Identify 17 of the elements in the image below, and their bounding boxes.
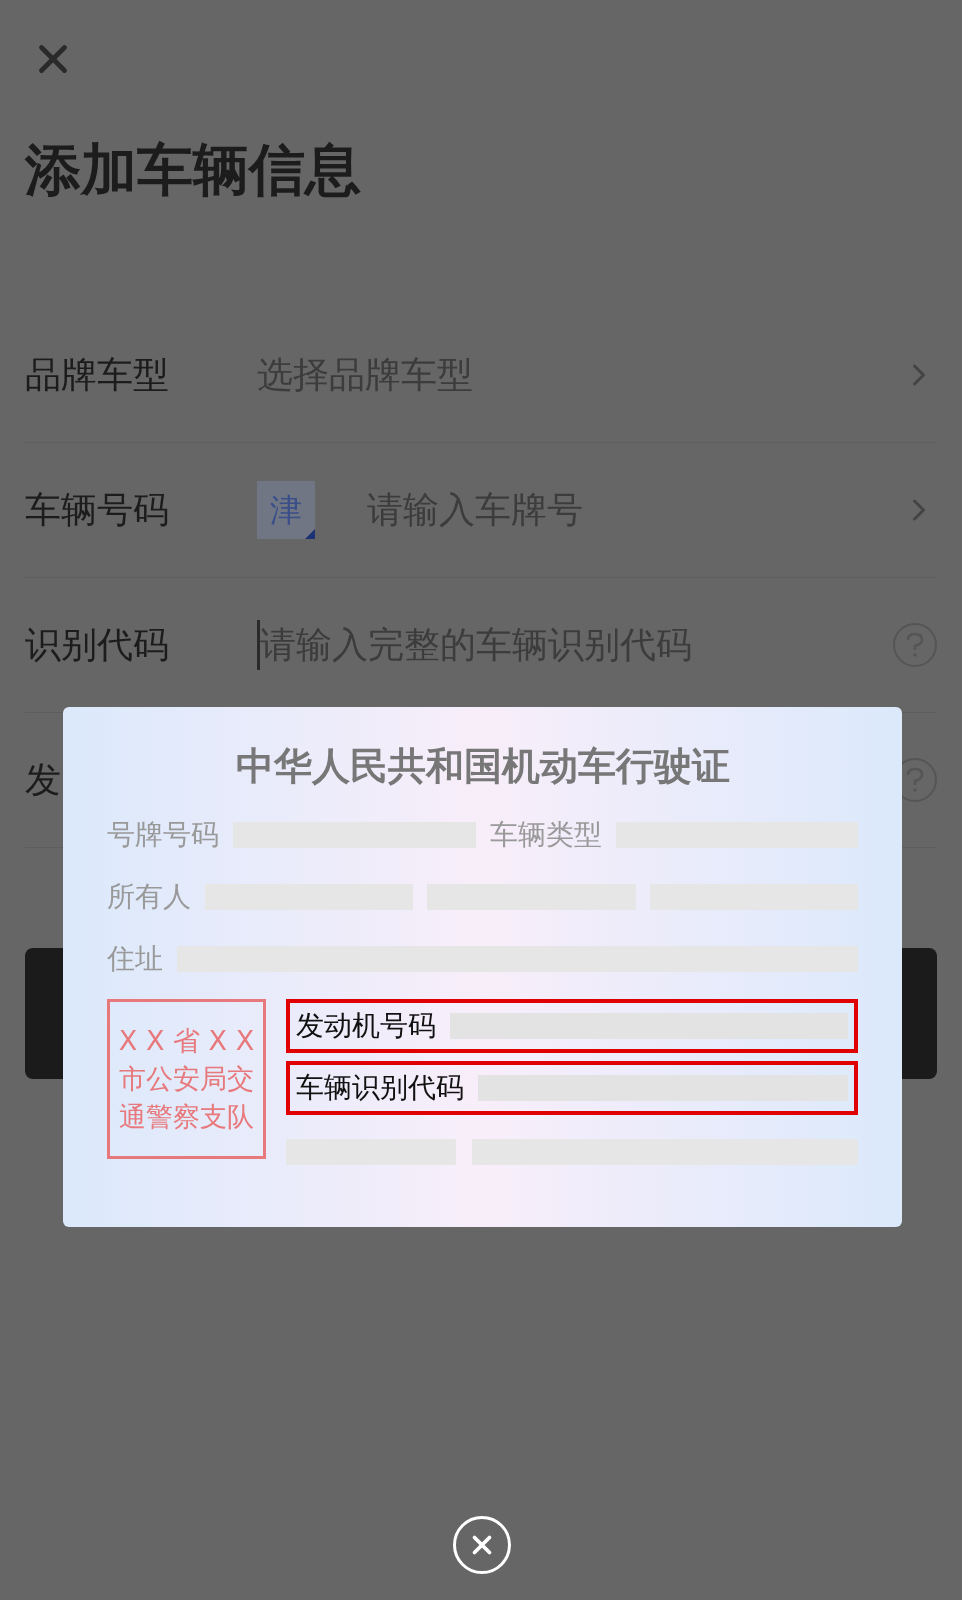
license-field-label: 车辆类型	[489, 817, 602, 853]
field-label: 品牌车型	[25, 353, 170, 397]
field-label: 车辆号码	[25, 488, 170, 532]
license-field-label: 车辆识别代码	[296, 1070, 464, 1106]
license-field-label: 发动机号码	[296, 1008, 436, 1044]
stamp-text: 通警察支队	[119, 1099, 254, 1134]
license-title: 中华人民共和国机动车行驶证	[234, 747, 731, 785]
field-label: 发	[25, 758, 62, 802]
license-field-label: 所有人	[107, 879, 191, 915]
corner-mark-icon	[305, 529, 315, 539]
page-title: 添加车辆信息	[25, 142, 362, 198]
license-field-label: 住址	[107, 941, 163, 977]
stamp-text: 市公安局交	[119, 1062, 254, 1096]
field-label: 识别代码	[25, 623, 170, 667]
dialog-close-button[interactable]	[453, 1516, 511, 1574]
license-field-label: 号牌号码	[107, 817, 219, 853]
stamp-text: X X 省 X X	[118, 1024, 255, 1059]
